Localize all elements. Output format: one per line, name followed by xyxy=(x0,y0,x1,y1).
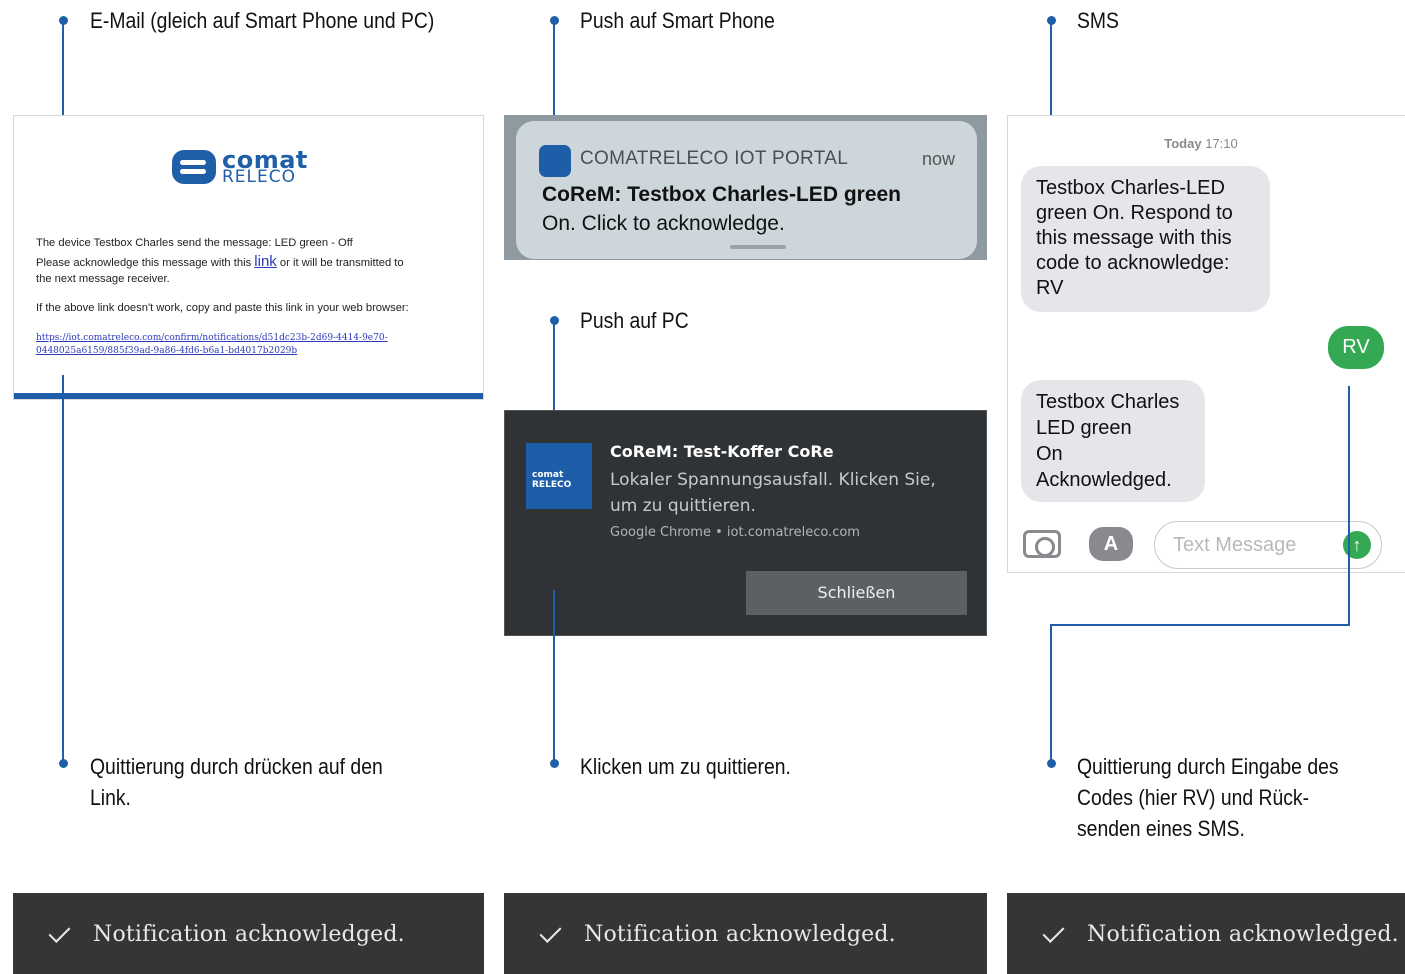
email-text-line: If the above link doesn't work, copy and… xyxy=(36,302,409,314)
email-text-line: the next message receiver. xyxy=(36,273,170,285)
toast-message: Notification acknowledged. xyxy=(1087,922,1399,947)
email-footer-bar xyxy=(14,393,483,399)
notification-body: Lokaler Spannungsausfall. Klicken Sie, u… xyxy=(610,470,936,516)
incoming-message: Testbox Charles-LED green On. Respond to… xyxy=(1021,166,1270,312)
close-button[interactable]: Schließen xyxy=(746,571,967,615)
acknowledged-toast: Notification acknowledged. xyxy=(1007,893,1405,974)
incoming-message: Testbox Charles LED green On Acknowledge… xyxy=(1021,380,1205,502)
outgoing-message: RV xyxy=(1328,326,1384,369)
bullet-dot xyxy=(1047,759,1056,768)
message-input-placeholder: Text Message xyxy=(1173,534,1297,556)
notification-body: On. Click to acknowledge. xyxy=(542,212,785,235)
bullet-dot xyxy=(59,759,68,768)
camera-icon[interactable] xyxy=(1023,530,1061,558)
message-timestamp: Today 17:10 xyxy=(1164,136,1238,151)
push-ack-label: Klicken um zu quittieren. xyxy=(580,754,791,779)
app-name: COMATRELECO IOT PORTAL xyxy=(580,148,849,169)
connector-line xyxy=(553,590,555,765)
app-icon xyxy=(539,145,571,177)
pc-push-notification[interactable]: comat RELECO CoReM: Test-Koffer CoRe Lok… xyxy=(504,410,987,636)
notification-title: CoReM: Testbox Charles-LED green xyxy=(542,183,901,206)
acknowledge-link[interactable]: link xyxy=(254,253,277,270)
connector-line xyxy=(553,320,555,424)
push-phone-heading: Push auf Smart Phone xyxy=(580,8,775,33)
connector-line xyxy=(553,20,555,130)
notification-time: now xyxy=(921,149,955,169)
connector-line xyxy=(1050,624,1350,626)
connector-line xyxy=(62,20,64,130)
phone-push-notification[interactable]: COMATRELECO IOT PORTAL now CoReM: Testbo… xyxy=(504,115,987,260)
connector-line xyxy=(1050,20,1052,130)
logo-icon xyxy=(172,150,216,184)
notification-source: Google Chrome • iot.comatreleco.com xyxy=(610,525,860,540)
email-text-line: The device Testbox Charles send the mess… xyxy=(36,237,353,249)
acknowledged-toast: Notification acknowledged. xyxy=(13,893,484,974)
check-icon xyxy=(46,920,72,946)
notification-title: CoReM: Test-Koffer CoRe xyxy=(610,442,834,461)
bullet-dot xyxy=(550,759,559,768)
sms-ack-label: Quittierung durch Eingabe des Codes (hie… xyxy=(1077,754,1339,841)
email-text-line: Please acknowledge this message with thi… xyxy=(36,253,404,270)
check-icon xyxy=(537,920,563,946)
connector-line xyxy=(62,375,64,765)
connector-line xyxy=(1348,386,1350,626)
push-pc-heading: Push auf PC xyxy=(580,308,689,333)
email-preview: comat RELECO The device Testbox Charles … xyxy=(13,115,484,400)
toast-message: Notification acknowledged. xyxy=(93,922,405,947)
app-icon: comat RELECO xyxy=(526,443,592,509)
check-icon xyxy=(1040,920,1066,946)
drag-handle[interactable] xyxy=(730,245,786,249)
notification-card[interactable]: COMATRELECO IOT PORTAL now CoReM: Testbo… xyxy=(516,121,977,259)
acknowledged-toast: Notification acknowledged. xyxy=(504,893,987,974)
sms-conversation: Today 17:10 Testbox Charles-LED green On… xyxy=(1007,115,1405,573)
connector-line xyxy=(1050,624,1052,765)
sms-heading: SMS xyxy=(1077,8,1119,33)
toast-message: Notification acknowledged. xyxy=(584,922,896,947)
comat-releco-logo: comat RELECO xyxy=(172,146,332,190)
confirm-url-link[interactable]: https://iot.comatreleco.com/confirm/noti… xyxy=(36,332,388,358)
email-heading: E-Mail (gleich auf Smart Phone und PC) xyxy=(90,8,435,33)
app-store-icon[interactable]: A xyxy=(1089,527,1133,561)
email-ack-label: Quittierung durch drücken auf den Link. xyxy=(90,754,383,810)
